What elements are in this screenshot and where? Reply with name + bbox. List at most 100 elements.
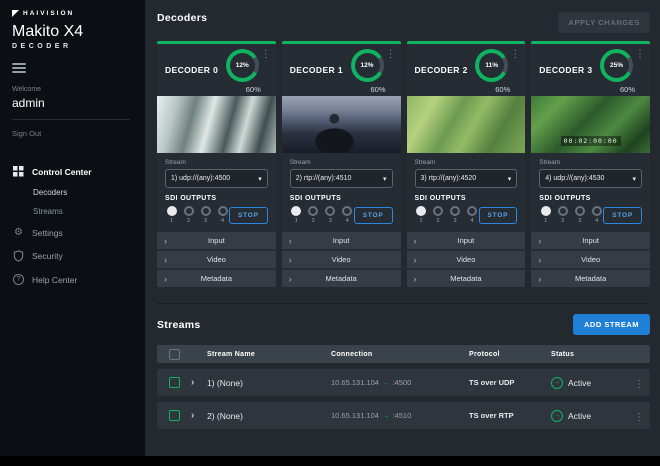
chevron-right-icon: › [289, 236, 299, 246]
status-label: Active [568, 411, 591, 421]
status-arrow-icon: → [554, 412, 561, 419]
username: admin [12, 96, 130, 120]
menu-icon[interactable] [12, 63, 26, 73]
decoder-menu-icon[interactable]: ⋮ [510, 49, 520, 60]
sdi-output-4[interactable]: 4 [590, 206, 603, 224]
sdi-output-4[interactable]: 4 [466, 206, 479, 224]
stream-select-area: Stream 2) rtp://(any):4510 ▾ [282, 153, 401, 192]
add-stream-button[interactable]: ADD STREAM [573, 314, 650, 335]
video-expander[interactable]: ›Video [282, 251, 401, 268]
sdi-output-number: 2 [436, 218, 439, 224]
sdi-output-number: 1 [544, 218, 547, 224]
expand-row-icon[interactable]: › [191, 410, 207, 421]
decoders-section-title: Decoders [157, 12, 207, 24]
decoder-usage-gauge: 12% [351, 49, 384, 82]
stop-button[interactable]: STOP [603, 207, 642, 224]
expand-row-icon[interactable]: › [191, 377, 207, 388]
sidebar-item-control-center[interactable]: Control Center [12, 160, 145, 183]
control-center-icon [12, 166, 25, 177]
nav-label-security: Security [32, 251, 63, 261]
stream-protocol: TS over UDP [463, 378, 551, 387]
status-label: Active [568, 378, 591, 388]
decoder-load-percent: 60% [620, 85, 635, 94]
sdi-outputs-area: SDI OUTPUTS 1 2 3 4 STOP [407, 192, 526, 230]
sdi-output-2[interactable]: 2 [432, 206, 445, 224]
sdi-output-number: 2 [187, 218, 190, 224]
stream-select-area: Stream 4) udp://(any):4530 ▾ [531, 153, 650, 192]
sdi-output-1[interactable]: 1 [165, 206, 178, 224]
streams-header: Streams ADD STREAM [157, 314, 650, 335]
sdi-output-2[interactable]: 2 [307, 206, 320, 224]
row-menu-icon[interactable]: ⋮ [634, 379, 644, 390]
chevron-right-icon: › [538, 274, 548, 284]
metadata-expander[interactable]: ›Metadata [531, 270, 650, 287]
active-status-icon: → [551, 377, 563, 389]
sdi-output-4[interactable]: 4 [216, 206, 229, 224]
input-expander[interactable]: ›Input [407, 232, 526, 249]
sidebar-item-streams[interactable]: Streams [12, 202, 145, 221]
sdi-output-1[interactable]: 1 [290, 206, 303, 224]
input-expander[interactable]: ›Input [282, 232, 401, 249]
stream-select-value: 4) udp://(any):4530 [545, 175, 604, 182]
decoder-menu-icon[interactable]: ⋮ [261, 49, 271, 60]
input-expander[interactable]: ›Input [531, 232, 650, 249]
sdi-output-2[interactable]: 2 [182, 206, 195, 224]
video-expander[interactable]: ›Video [531, 251, 650, 268]
timecode-overlay: 00:02:00:00 [561, 136, 621, 146]
sidebar-item-settings[interactable]: ⚙ Settings [12, 221, 145, 244]
metadata-expander[interactable]: ›Metadata [407, 270, 526, 287]
decoder-menu-icon[interactable]: ⋮ [386, 49, 396, 60]
sdi-outputs-label: SDI OUTPUTS [415, 195, 518, 202]
decoder-load-percent: 60% [495, 85, 510, 94]
chevron-right-icon: › [164, 236, 174, 246]
sidebar-item-security[interactable]: Security [12, 244, 145, 268]
stream-checkbox[interactable] [169, 377, 180, 388]
chevron-right-icon: › [289, 255, 299, 265]
sign-out-link[interactable]: Sign Out [12, 129, 145, 138]
sdi-outputs-area: SDI OUTPUTS 1 2 3 4 STOP [282, 192, 401, 230]
sdi-output-number: 2 [561, 218, 564, 224]
stop-button[interactable]: STOP [354, 207, 393, 224]
sdi-output-dot [342, 206, 352, 216]
sdi-output-3[interactable]: 3 [199, 206, 212, 224]
select-all-checkbox[interactable] [169, 349, 180, 360]
main-content: Decoders APPLY CHANGES DECODER 0 12% ⋮ 6 [145, 0, 660, 456]
stop-button[interactable]: STOP [479, 207, 518, 224]
stream-select-value: 1) udp://(any):4500 [171, 175, 230, 182]
sdi-output-3[interactable]: 3 [573, 206, 586, 224]
status-arrow-icon: → [554, 379, 561, 386]
decoder-menu-icon[interactable]: ⋮ [635, 49, 645, 60]
stream-select[interactable]: 3) rtp://(any):4520 ▾ [415, 169, 518, 188]
gauge-percent: 11% [479, 53, 504, 78]
column-connection: Connection [323, 351, 463, 358]
apply-changes-button[interactable]: APPLY CHANGES [558, 12, 650, 33]
metadata-expander[interactable]: ›Metadata [157, 270, 276, 287]
arrow-right-icon: → [382, 378, 390, 387]
stream-select[interactable]: 2) rtp://(any):4510 ▾ [290, 169, 393, 188]
sdi-output-3[interactable]: 3 [449, 206, 462, 224]
sdi-output-4[interactable]: 4 [341, 206, 354, 224]
help-icon: ? [13, 274, 24, 285]
sidebar-item-help-center[interactable]: ? Help Center [12, 268, 145, 291]
stop-button[interactable]: STOP [229, 207, 268, 224]
sdi-output-toggles: 1 2 3 4 [539, 206, 603, 224]
video-expander[interactable]: ›Video [157, 251, 276, 268]
row-menu-icon[interactable]: ⋮ [634, 412, 644, 423]
decoder-name: DECODER 3 [539, 65, 592, 94]
sdi-output-number: 4 [346, 218, 349, 224]
video-expander[interactable]: ›Video [407, 251, 526, 268]
stream-row-2: › 2) (None) 10.65.131.104 → :4510 TS ove… [157, 402, 650, 429]
input-expander[interactable]: ›Input [157, 232, 276, 249]
sdi-output-3[interactable]: 3 [324, 206, 337, 224]
stream-checkbox[interactable] [169, 410, 180, 421]
metadata-expander[interactable]: ›Metadata [282, 270, 401, 287]
sdi-output-2[interactable]: 2 [556, 206, 569, 224]
stream-select[interactable]: 1) udp://(any):4500 ▾ [165, 169, 268, 188]
active-status-icon: → [551, 410, 563, 422]
stream-select[interactable]: 4) udp://(any):4530 ▾ [539, 169, 642, 188]
chevron-down-icon: ▾ [632, 175, 636, 183]
sdi-output-number: 1 [295, 218, 298, 224]
sdi-output-1[interactable]: 1 [539, 206, 552, 224]
sdi-output-1[interactable]: 1 [415, 206, 428, 224]
sidebar-item-decoders[interactable]: Decoders [12, 183, 145, 202]
